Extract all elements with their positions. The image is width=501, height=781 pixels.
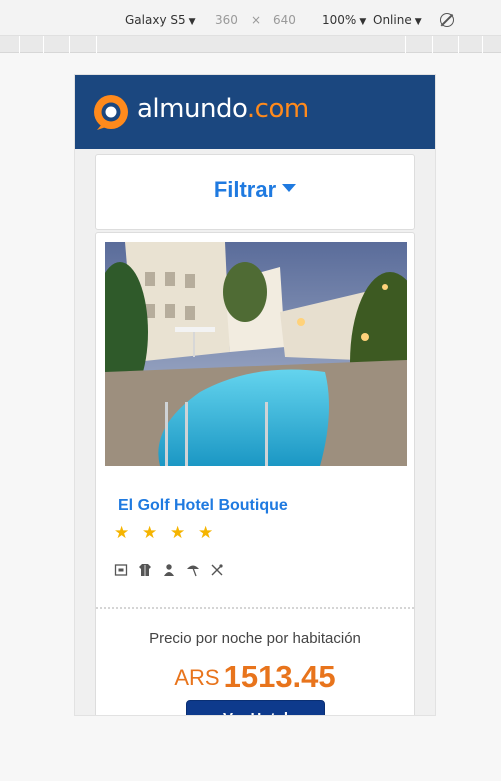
price-caption: Precio por noche por habitación [149, 630, 361, 647]
beach-umbrella-icon [187, 565, 199, 576]
star-icon: ★ [198, 523, 214, 543]
star-icon: ★ [114, 523, 130, 543]
media-query-ruler[interactable] [0, 36, 501, 53]
star-icon: ★ [142, 523, 158, 543]
almundo-logo-icon[interactable] [92, 93, 130, 131]
width-field[interactable]: 360 [215, 13, 238, 27]
price-amount: 1513.45 [223, 659, 336, 694]
price-currency: ARS [174, 665, 220, 690]
amenity-list [114, 559, 234, 578]
site-header: almundo.com [75, 75, 435, 149]
logo-wordmark[interactable]: almundo.com [137, 93, 309, 125]
network-selector[interactable]: Online ▼ [373, 13, 422, 29]
network-value: Online [373, 13, 412, 27]
times-sign: × [251, 13, 262, 27]
device-viewport: almundo.com Filtrar El Golf Hotel Boutiq… [75, 75, 435, 715]
device-name: Galaxy S5 [125, 13, 186, 27]
logo-main-text: almundo [137, 94, 247, 124]
chevron-down-icon: ▼ [188, 17, 196, 27]
filter-label: Filtrar [213, 177, 277, 202]
bathrobe-icon [139, 563, 151, 576]
height-field[interactable]: 640 [273, 13, 296, 27]
rotate-icon[interactable] [440, 13, 454, 27]
chevron-down-icon: ▼ [414, 17, 422, 27]
devtools-toolbar: Galaxy S5 ▼ 360 × 640 100% ▼ Online ▼ [0, 0, 501, 36]
chevron-down-icon: ▼ [359, 17, 367, 27]
view-hotel-button[interactable]: Ver Hotel [186, 700, 325, 715]
logo-tld-text: .com [246, 94, 309, 124]
divider [96, 607, 414, 609]
hotel-photo[interactable] [105, 242, 407, 466]
filter-toggle[interactable]: Filtrar [95, 154, 415, 230]
star-icon: ★ [170, 523, 186, 543]
hotel-name[interactable]: El Golf Hotel Boutique [118, 497, 288, 515]
restaurant-icon [211, 563, 223, 575]
device-selector[interactable]: Galaxy S5 ▼ [125, 13, 196, 29]
price: ARS 1513.45 [96, 659, 414, 695]
zoom-selector[interactable]: 100% ▼ [322, 13, 366, 29]
person-icon [164, 563, 174, 576]
zoom-value: 100% [322, 13, 357, 27]
hotel-card: El Golf Hotel Boutique ★ ★ ★ ★ Precio por n… [95, 232, 415, 715]
star-rating: ★ ★ ★ ★ [114, 523, 226, 543]
safe-icon [114, 563, 128, 576]
caret-down-icon [282, 184, 297, 192]
